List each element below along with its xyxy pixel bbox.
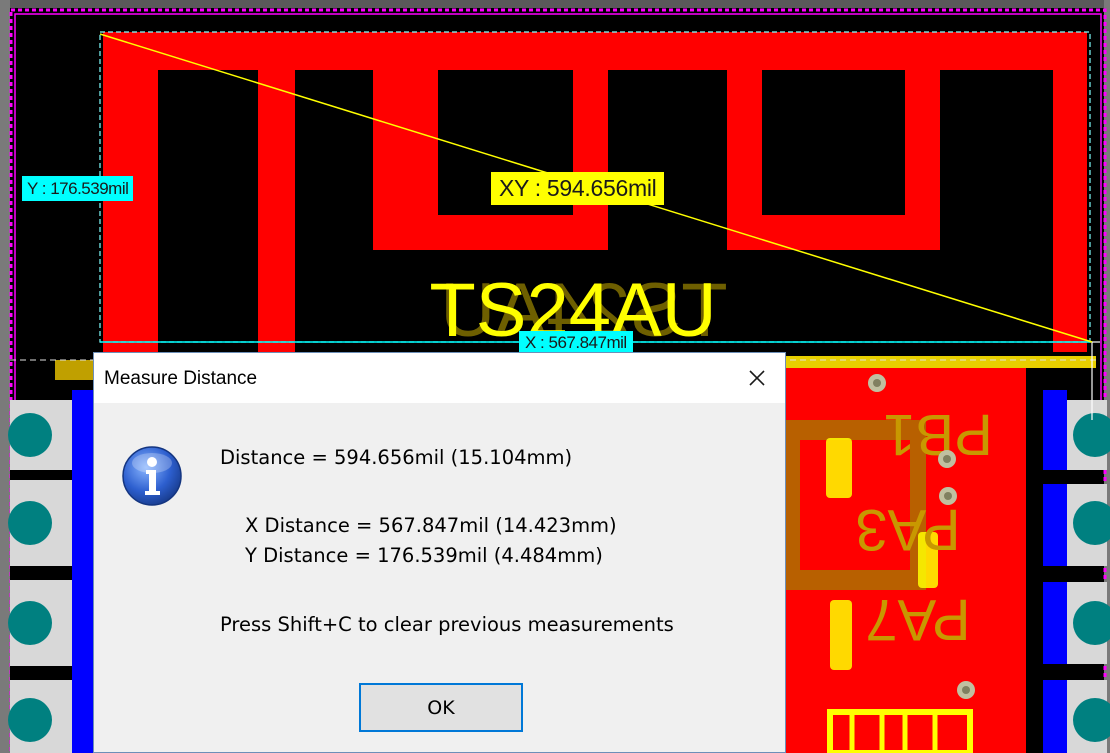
silkscreen-label: PA7 bbox=[865, 587, 970, 652]
pad-column-left[interactable] bbox=[8, 390, 93, 753]
dialog-title: Measure Distance bbox=[104, 368, 258, 389]
clear-hint-text: Press Shift+C to clear previous measurem… bbox=[220, 613, 674, 636]
close-button[interactable] bbox=[729, 353, 785, 403]
ok-button[interactable]: OK bbox=[359, 683, 523, 732]
silkscreen-label: PA3 bbox=[855, 497, 960, 562]
silkscreen-label: PB1 bbox=[883, 402, 993, 467]
canvas-frame-left bbox=[0, 0, 10, 753]
close-icon bbox=[749, 370, 765, 386]
pad-column-right[interactable] bbox=[1043, 390, 1110, 753]
measure-label-y: Y : 176.539mil bbox=[22, 176, 134, 201]
y-distance-text: Y Distance = 176.539mil (4.484mm) bbox=[245, 544, 603, 567]
measure-label-x: X : 567.847mil bbox=[519, 331, 633, 354]
fab-strip-right bbox=[786, 356, 1096, 368]
fab-strip-left bbox=[55, 360, 95, 380]
info-icon bbox=[122, 446, 182, 506]
distance-text: Distance = 594.656mil (15.104mm) bbox=[220, 446, 573, 469]
measure-distance-dialog[interactable]: Measure Distance Distance = 594.656mil (… bbox=[93, 352, 786, 753]
dialog-titlebar[interactable]: Measure Distance bbox=[94, 353, 785, 403]
silk-pad bbox=[830, 600, 852, 670]
measure-label-xy: XY : 594.656mil bbox=[491, 172, 665, 205]
x-distance-text: X Distance = 567.847mil (14.423mm) bbox=[245, 514, 617, 537]
canvas-frame bbox=[0, 0, 1110, 8]
silk-pad bbox=[826, 438, 852, 498]
